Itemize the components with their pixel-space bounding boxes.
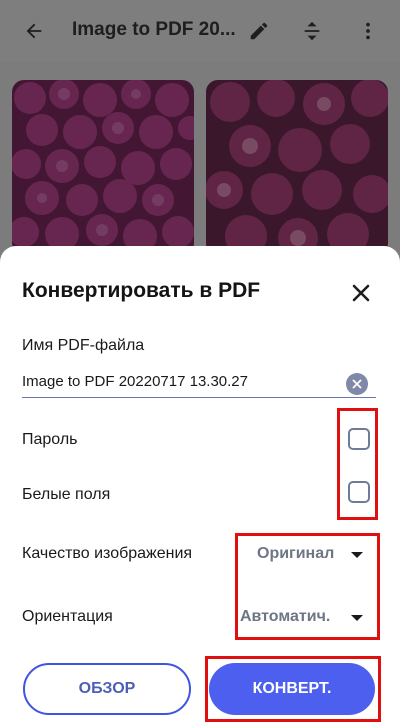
browse-button[interactable]: ОБЗОР (23, 663, 191, 715)
pink-peonies-image[interactable] (12, 80, 194, 255)
app-title: Image to PDF 20... (72, 19, 236, 40)
dialog-title: Конвертировать в PDF (22, 279, 261, 302)
clear-icon[interactable] (346, 373, 368, 395)
app-bar: Image to PDF 20... (0, 0, 400, 62)
quality-label: Качество изображения (22, 545, 193, 562)
margins-label: Белые поля (22, 486, 111, 503)
convert-highlight (205, 656, 381, 722)
checkbox-highlight (337, 408, 378, 520)
pencil-icon[interactable] (243, 15, 275, 47)
password-label: Пароль (22, 431, 78, 448)
orientation-label: Ориентация (22, 608, 113, 625)
sort-icon[interactable] (296, 15, 328, 47)
close-icon[interactable] (346, 278, 376, 308)
select-highlight (235, 533, 380, 640)
convert-dialog: Конвертировать в PDF Имя PDF-файла Парол… (0, 246, 400, 727)
filename-input[interactable] (22, 366, 376, 398)
back-arrow-icon[interactable] (18, 15, 50, 47)
filename-label: Имя PDF-файла (22, 337, 145, 354)
more-vert-icon[interactable] (352, 15, 384, 47)
pink-peonies-image[interactable] (206, 80, 388, 255)
